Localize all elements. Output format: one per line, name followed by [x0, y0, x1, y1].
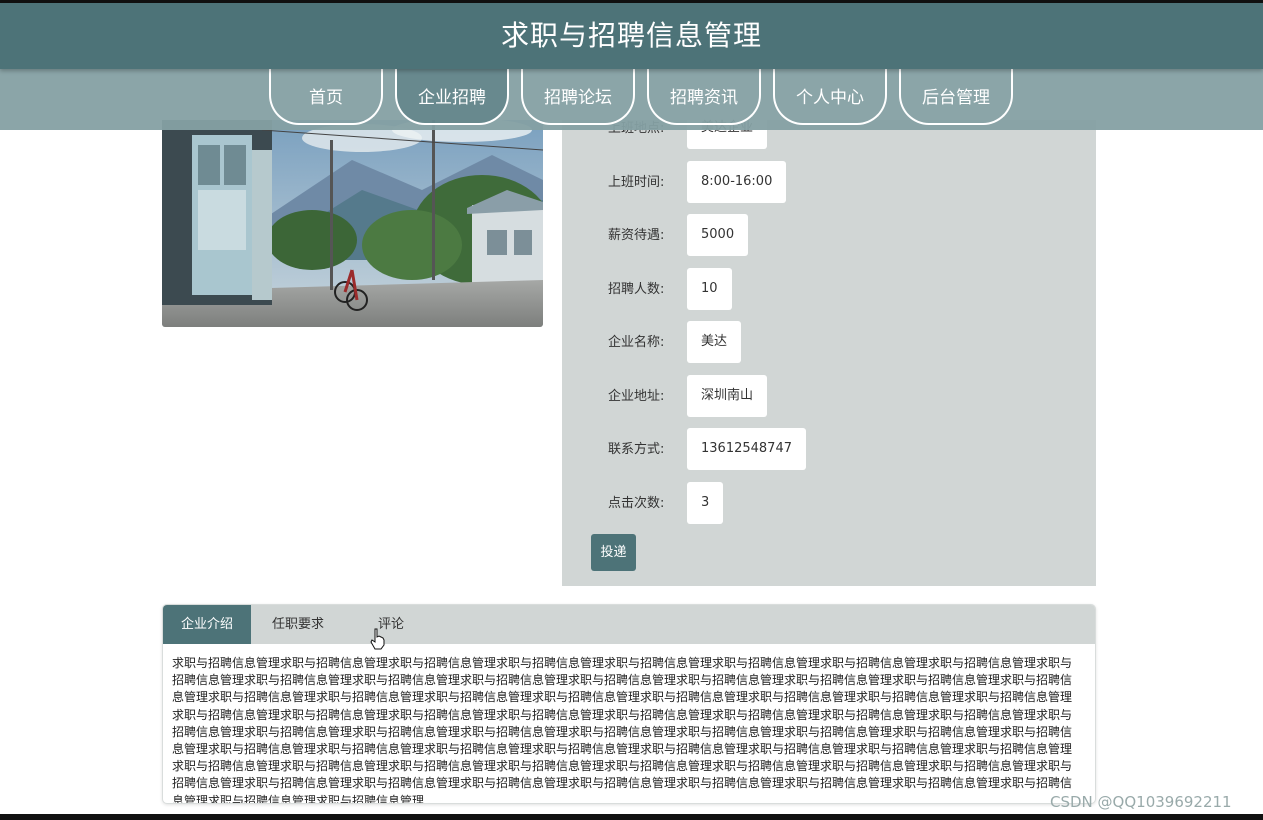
nav-item-forum[interactable]: 招聘论坛 — [521, 69, 635, 125]
field-value: 深圳南山 — [687, 375, 768, 417]
main-navbar: 首页 企业招聘 招聘论坛 招聘资讯 个人中心 后台管理 — [0, 69, 1263, 130]
company-info-tabs: 企业介绍 任职要求 评论 求职与招聘信息管理求职与招聘信息管理求职与招聘信息管理… — [162, 604, 1096, 804]
job-detail-panel: 上班地点: 美达企业 上班时间: 8:00-16:00 薪资待遇: 5000 招… — [562, 107, 1096, 586]
tab-bar: 企业介绍 任职要求 评论 — [163, 605, 1095, 644]
nav-item-admin[interactable]: 后台管理 — [899, 69, 1013, 125]
tab-company-intro[interactable]: 企业介绍 — [163, 605, 251, 644]
field-work-time: 上班时间: 8:00-16:00 — [562, 161, 1096, 205]
submit-application-button[interactable]: 投递 — [591, 534, 636, 571]
field-value: 10 — [687, 268, 732, 310]
nav-item-news[interactable]: 招聘资讯 — [647, 69, 761, 125]
field-salary: 薪资待遇: 5000 — [562, 214, 1096, 258]
field-company-address: 企业地址: 深圳南山 — [562, 375, 1096, 419]
field-value: 13612548747 — [687, 428, 806, 470]
nav-item-home[interactable]: 首页 — [269, 69, 383, 125]
field-headcount: 招聘人数: 10 — [562, 268, 1096, 312]
job-image — [162, 120, 543, 327]
field-value: 8:00-16:00 — [687, 161, 787, 203]
nav-item-personal-center[interactable]: 个人中心 — [773, 69, 887, 125]
field-label: 企业地址: — [608, 389, 665, 404]
site-header: 求职与招聘信息管理 — [0, 3, 1263, 69]
tab-content-text: 求职与招聘信息管理求职与招聘信息管理求职与招聘信息管理求职与招聘信息管理求职与招… — [172, 656, 1073, 804]
watermark: CSDN @QQ1039692211 — [1050, 793, 1232, 811]
field-label: 联系方式: — [608, 442, 665, 457]
field-label: 薪资待遇: — [608, 228, 665, 243]
field-contact: 联系方式: 13612548747 — [562, 428, 1096, 472]
field-company-name: 企业名称: 美达 — [562, 321, 1096, 365]
field-label: 招聘人数: — [608, 282, 665, 297]
field-click-count: 点击次数: 3 — [562, 482, 1096, 526]
hand-cursor-icon — [370, 628, 386, 650]
field-value: 3 — [687, 482, 724, 524]
tab-job-requirements[interactable]: 任职要求 — [272, 605, 342, 644]
field-label: 上班时间: — [608, 175, 665, 190]
field-label: 点击次数: — [608, 496, 665, 511]
bottom-border — [0, 814, 1263, 820]
nav-list: 首页 企业招聘 招聘论坛 招聘资讯 个人中心 后台管理 — [269, 69, 1013, 130]
field-value: 美达 — [687, 321, 742, 363]
nav-item-company-recruitment[interactable]: 企业招聘 — [395, 69, 509, 125]
field-label: 企业名称: — [608, 335, 665, 350]
site-title: 求职与招聘信息管理 — [500, 19, 762, 52]
field-value: 5000 — [687, 214, 749, 256]
